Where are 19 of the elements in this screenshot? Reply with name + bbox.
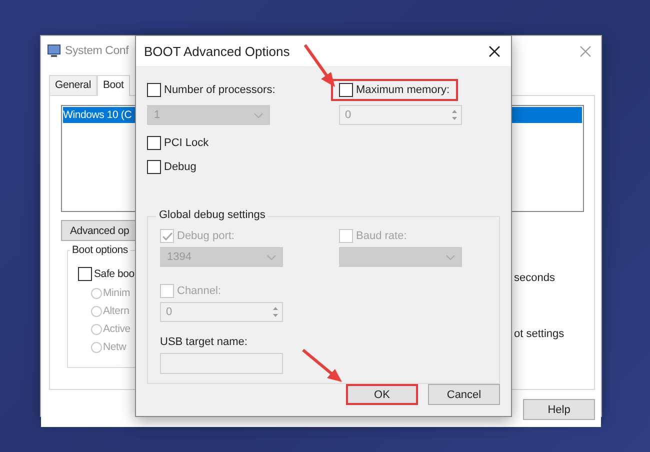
radio-label: Netw	[103, 341, 126, 353]
checkbox-label: Debug	[164, 161, 196, 173]
checkbox-label: Debug port:	[177, 230, 234, 242]
radio-label: Active	[103, 323, 130, 335]
group-title: Boot options	[70, 244, 130, 256]
group-title: Global debug settings	[156, 209, 268, 221]
window-title: System Conf	[65, 45, 129, 57]
checkbox-label: Maximum memory:	[356, 84, 450, 96]
radio-label: Altern	[103, 305, 130, 317]
timeout-unit: seconds	[514, 272, 556, 284]
dialog-title: BOOT Advanced Options	[144, 44, 290, 58]
checkbox-label: Channel:	[177, 285, 222, 297]
checkbox-label: Number of processors:	[164, 84, 276, 96]
boot-settings-label: ot settings	[514, 328, 566, 340]
field-label: USB target name:	[160, 336, 248, 348]
checkbox-label: PCI Lock	[164, 137, 209, 149]
radio-label: Minim	[103, 287, 130, 299]
checkbox-label: Baud rate:	[356, 230, 407, 242]
checkbox-label: Safe boo	[94, 268, 134, 280]
